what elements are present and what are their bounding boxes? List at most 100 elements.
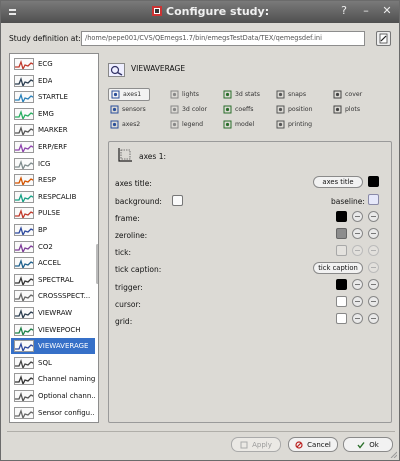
minimize-icon[interactable]: – — [359, 4, 373, 18]
list-item-viewaverage[interactable]: VIEWAVERAGE — [11, 338, 95, 355]
tab-axes1[interactable]: axes1 — [108, 88, 151, 101]
grid-label: grid: — [115, 317, 133, 326]
tab-model[interactable]: model — [221, 118, 254, 131]
tab-label: snaps — [288, 91, 307, 98]
list-item-channel-naming[interactable]: Channel naming — [11, 371, 95, 387]
axes-title-color-swatch[interactable] — [368, 176, 379, 187]
tab-axes2[interactable]: axes2 — [108, 118, 140, 131]
frame-linestyle-icon[interactable] — [352, 211, 363, 222]
lights-icon — [170, 90, 179, 99]
list-item-bp[interactable]: BP — [11, 222, 95, 238]
spectral-icon — [14, 273, 34, 286]
background-checkbox[interactable] — [172, 195, 183, 206]
trigger-linewidth-icon[interactable] — [368, 279, 379, 290]
tab-label: legend — [182, 121, 204, 128]
model-icon — [223, 120, 232, 129]
list-item-resp[interactable]: RESP — [11, 172, 95, 188]
list-item-startle[interactable]: STARTLE — [11, 89, 95, 105]
close-icon[interactable]: ✕ — [380, 4, 394, 18]
coeffs-icon — [223, 105, 232, 114]
tab-label: position — [288, 106, 313, 113]
list-item-spectral[interactable]: SPECTRAL — [11, 272, 95, 288]
tab-printing[interactable]: printing — [274, 118, 312, 131]
grid-linestyle-icon[interactable] — [352, 313, 363, 324]
cursor-linewidth-icon[interactable] — [368, 296, 379, 307]
tick-caption-option-icon[interactable] — [368, 262, 379, 273]
tick-linestyle-icon[interactable] — [352, 245, 363, 256]
list-item-label: VIEWEPOCH — [38, 325, 81, 334]
tab-position[interactable]: position — [274, 103, 313, 116]
cursor-linestyle-icon[interactable] — [352, 296, 363, 307]
tab-snaps[interactable]: snaps — [274, 88, 306, 101]
list-item-label: MARKER — [38, 126, 68, 135]
resize-grip-icon[interactable] — [389, 450, 397, 458]
list-item-label: Sensor configu... — [38, 408, 95, 417]
frame-linewidth-icon[interactable] — [368, 211, 379, 222]
plots-icon — [333, 105, 342, 114]
module-list[interactable]: ECG EDA STARTLE EMG MARKER ERP/ERF ICG RESP RESP… — [9, 53, 99, 423]
tab-label: axes1 — [123, 91, 142, 98]
tab-label: printing — [288, 121, 313, 128]
list-item-ecg[interactable]: ECG — [11, 56, 95, 72]
study-definition-path-field[interactable]: /home/pepe001/CVS/QEmegs1.7/bin/emegsTes… — [81, 31, 365, 46]
ok-button[interactable]: Ok — [343, 437, 393, 452]
window-menu-icon[interactable] — [9, 9, 16, 15]
list-item-label: Optional chann... — [38, 392, 95, 400]
tick-caption-button[interactable]: tick caption — [313, 262, 363, 274]
viewraw-icon — [14, 307, 34, 319]
title-bar: Configure study: ? – ✕ — [1, 1, 399, 23]
zeroline-linewidth-icon[interactable] — [368, 228, 379, 239]
apply-button-label: Apply — [252, 440, 272, 449]
zeroline-linestyle-icon[interactable] — [352, 228, 363, 239]
list-item-label: SQL — [38, 358, 52, 367]
apply-button[interactable]: Apply — [231, 437, 281, 452]
zeroline-color-swatch[interactable] — [336, 228, 347, 239]
tab-label: model — [235, 121, 255, 128]
grid-color-swatch[interactable] — [336, 313, 347, 324]
list-item-viewepoch[interactable]: VIEWEPOCH — [11, 322, 95, 338]
list-item-accel[interactable]: ACCEL — [11, 255, 95, 271]
bottom-divider — [7, 431, 395, 432]
tab-coeffs[interactable]: coeffs — [221, 103, 253, 116]
trigger-linestyle-icon[interactable] — [352, 279, 363, 290]
axes-icon — [118, 148, 132, 162]
tab-cover[interactable]: cover — [331, 88, 362, 101]
tick-linewidth-icon[interactable] — [368, 245, 379, 256]
frame-color-swatch[interactable] — [336, 211, 347, 222]
axes-title-label: axes title: — [115, 179, 152, 188]
list-item-viewraw[interactable]: VIEWRAW — [11, 305, 95, 321]
tab-lights[interactable]: lights — [168, 88, 199, 101]
list-item-emg[interactable]: EMG — [11, 106, 95, 122]
tab-legend[interactable]: legend — [168, 118, 203, 131]
list-item-icg[interactable]: ICG — [11, 156, 95, 172]
list-item-erp-erf[interactable]: ERP/ERF — [11, 139, 95, 155]
tab-3d-stats[interactable]: 3d stats — [221, 88, 260, 101]
list-item-eda[interactable]: EDA — [11, 73, 95, 89]
list-item-label: VIEWRAW — [38, 309, 73, 317]
list-item-label: ICG — [38, 159, 51, 168]
cursor-color-swatch[interactable] — [336, 296, 347, 307]
baseline-color-swatch[interactable] — [368, 194, 379, 205]
list-item-marker[interactable]: MARKER — [11, 122, 95, 138]
axes-title-button[interactable]: axes title — [313, 176, 363, 188]
list-item-optional-chann[interactable]: Optional chann... — [11, 388, 95, 404]
tab-sensors[interactable]: sensors — [108, 103, 146, 116]
position-icon — [276, 105, 285, 114]
cancel-button[interactable]: Cancel — [288, 437, 338, 452]
list-item-sensor-configu[interactable]: Sensor configu... — [11, 405, 95, 421]
help-icon[interactable]: ? — [337, 4, 351, 18]
list-scrollbar[interactable] — [96, 55, 98, 421]
tick-color-swatch[interactable] — [336, 245, 347, 256]
tab-3d-color[interactable]: 3d color — [168, 103, 207, 116]
list-item-pulse[interactable]: PULSE — [11, 205, 95, 221]
grid-linewidth-icon[interactable] — [368, 313, 379, 324]
respcalib-icon — [14, 190, 34, 203]
list-item-sql[interactable]: SQL — [11, 355, 95, 371]
list-scrollbar-thumb[interactable] — [96, 244, 98, 284]
list-item-co2[interactable]: CO2 — [11, 239, 95, 255]
list-item-crossspect[interactable]: CROSSSPECT... — [11, 288, 95, 304]
browse-study-button[interactable] — [376, 31, 391, 46]
trigger-color-swatch[interactable] — [336, 279, 347, 290]
list-item-respcalib[interactable]: RESPCALIB — [11, 189, 95, 205]
tab-plots[interactable]: plots — [331, 103, 360, 116]
